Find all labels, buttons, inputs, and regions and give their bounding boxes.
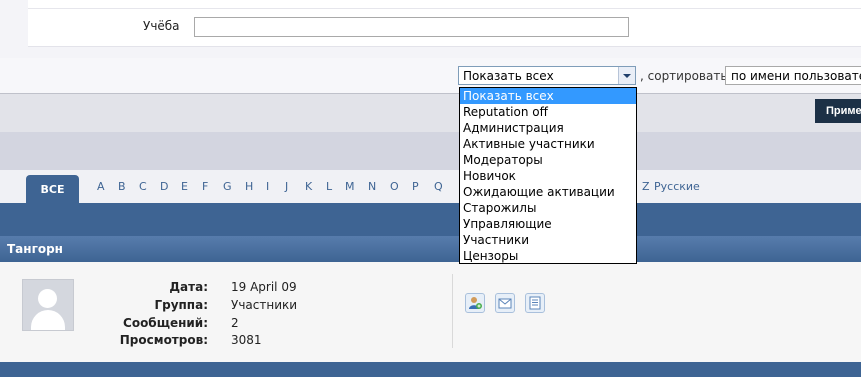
member-header: [0, 236, 861, 262]
letter-link-k[interactable]: K: [305, 180, 312, 193]
next-member-header: [0, 362, 861, 377]
letter-link-d[interactable]: D: [160, 180, 168, 193]
member-card: [0, 262, 861, 362]
letter-link-z[interactable]: Z: [642, 180, 650, 193]
apply-bar: [0, 94, 861, 132]
letter-link-russian[interactable]: Русские: [654, 180, 700, 193]
dropdown-option[interactable]: Ожидающие активации: [460, 184, 636, 200]
letter-link-g[interactable]: G: [223, 180, 232, 193]
dropdown-option[interactable]: Активные участники: [460, 136, 636, 152]
letter-link-j[interactable]: J: [285, 180, 288, 193]
chevron-down-icon[interactable]: [618, 67, 635, 84]
dropdown-option[interactable]: Цензоры: [460, 248, 636, 264]
avatar-body: [31, 310, 65, 330]
dropdown-option[interactable]: Управляющие: [460, 216, 636, 232]
view-posts-icon[interactable]: [525, 293, 545, 313]
dropdown-option[interactable]: Reputation off: [460, 104, 636, 120]
letter-link-h[interactable]: H: [245, 180, 253, 193]
divider: [28, 8, 861, 9]
letter-link-e[interactable]: E: [181, 180, 188, 193]
section-gap: [0, 132, 861, 170]
sort-select-value: по имени пользователя: [731, 69, 861, 83]
member-group-label: Группа:: [154, 298, 208, 312]
letter-link-f[interactable]: F: [202, 180, 208, 193]
letter-link-i[interactable]: I: [266, 180, 269, 193]
study-input[interactable]: [194, 17, 629, 37]
group-filter-select[interactable]: Показать всех: [458, 66, 636, 85]
letter-tab-underbar: [0, 203, 861, 236]
letter-link-m[interactable]: M: [345, 180, 355, 193]
member-name-link[interactable]: Тангорн: [7, 242, 63, 256]
dropdown-option[interactable]: Участники: [460, 232, 636, 248]
member-date-value: 19 April 09: [231, 280, 297, 294]
avatar: [22, 279, 74, 331]
letter-link-l[interactable]: L: [326, 180, 332, 193]
dropdown-option[interactable]: Новичок: [460, 168, 636, 184]
letter-link-o[interactable]: O: [390, 180, 399, 193]
letter-filter-bar: [0, 170, 861, 203]
dropdown-option[interactable]: Администрация: [460, 120, 636, 136]
sort-label: , сортировать: [640, 69, 728, 83]
apply-button[interactable]: Приме: [815, 99, 861, 123]
letter-link-a[interactable]: A: [97, 180, 105, 193]
letter-link-b[interactable]: B: [118, 180, 126, 193]
letter-link-c[interactable]: C: [139, 180, 147, 193]
study-label: Учёба: [143, 19, 180, 33]
letter-link-n[interactable]: N: [368, 180, 376, 193]
sort-select[interactable]: по имени пользователя: [725, 66, 861, 85]
letter-link-p[interactable]: P: [412, 180, 419, 193]
divider: [452, 274, 453, 348]
letter-link-q[interactable]: Q: [434, 180, 443, 193]
member-posts-value: 2: [231, 316, 239, 330]
avatar-head: [38, 289, 57, 308]
dropdown-option[interactable]: Модераторы: [460, 152, 636, 168]
member-group-value: Участники: [231, 298, 298, 312]
member-views-value: 3081: [231, 333, 262, 347]
member-date-label: Дата:: [169, 280, 208, 294]
member-views-label: Просмотров:: [119, 333, 208, 347]
member-posts-label: Сообщений:: [123, 316, 208, 330]
dropdown-option[interactable]: Старожилы: [460, 200, 636, 216]
send-message-icon[interactable]: [495, 293, 515, 313]
group-filter-dropdown-list: Показать всех Reputation off Администрац…: [459, 87, 637, 264]
group-filter-value: Показать всех: [463, 69, 554, 83]
tab-all[interactable]: ВСЕ: [26, 175, 79, 205]
add-friend-icon[interactable]: [465, 293, 485, 313]
dropdown-option[interactable]: Показать всех: [460, 88, 636, 104]
